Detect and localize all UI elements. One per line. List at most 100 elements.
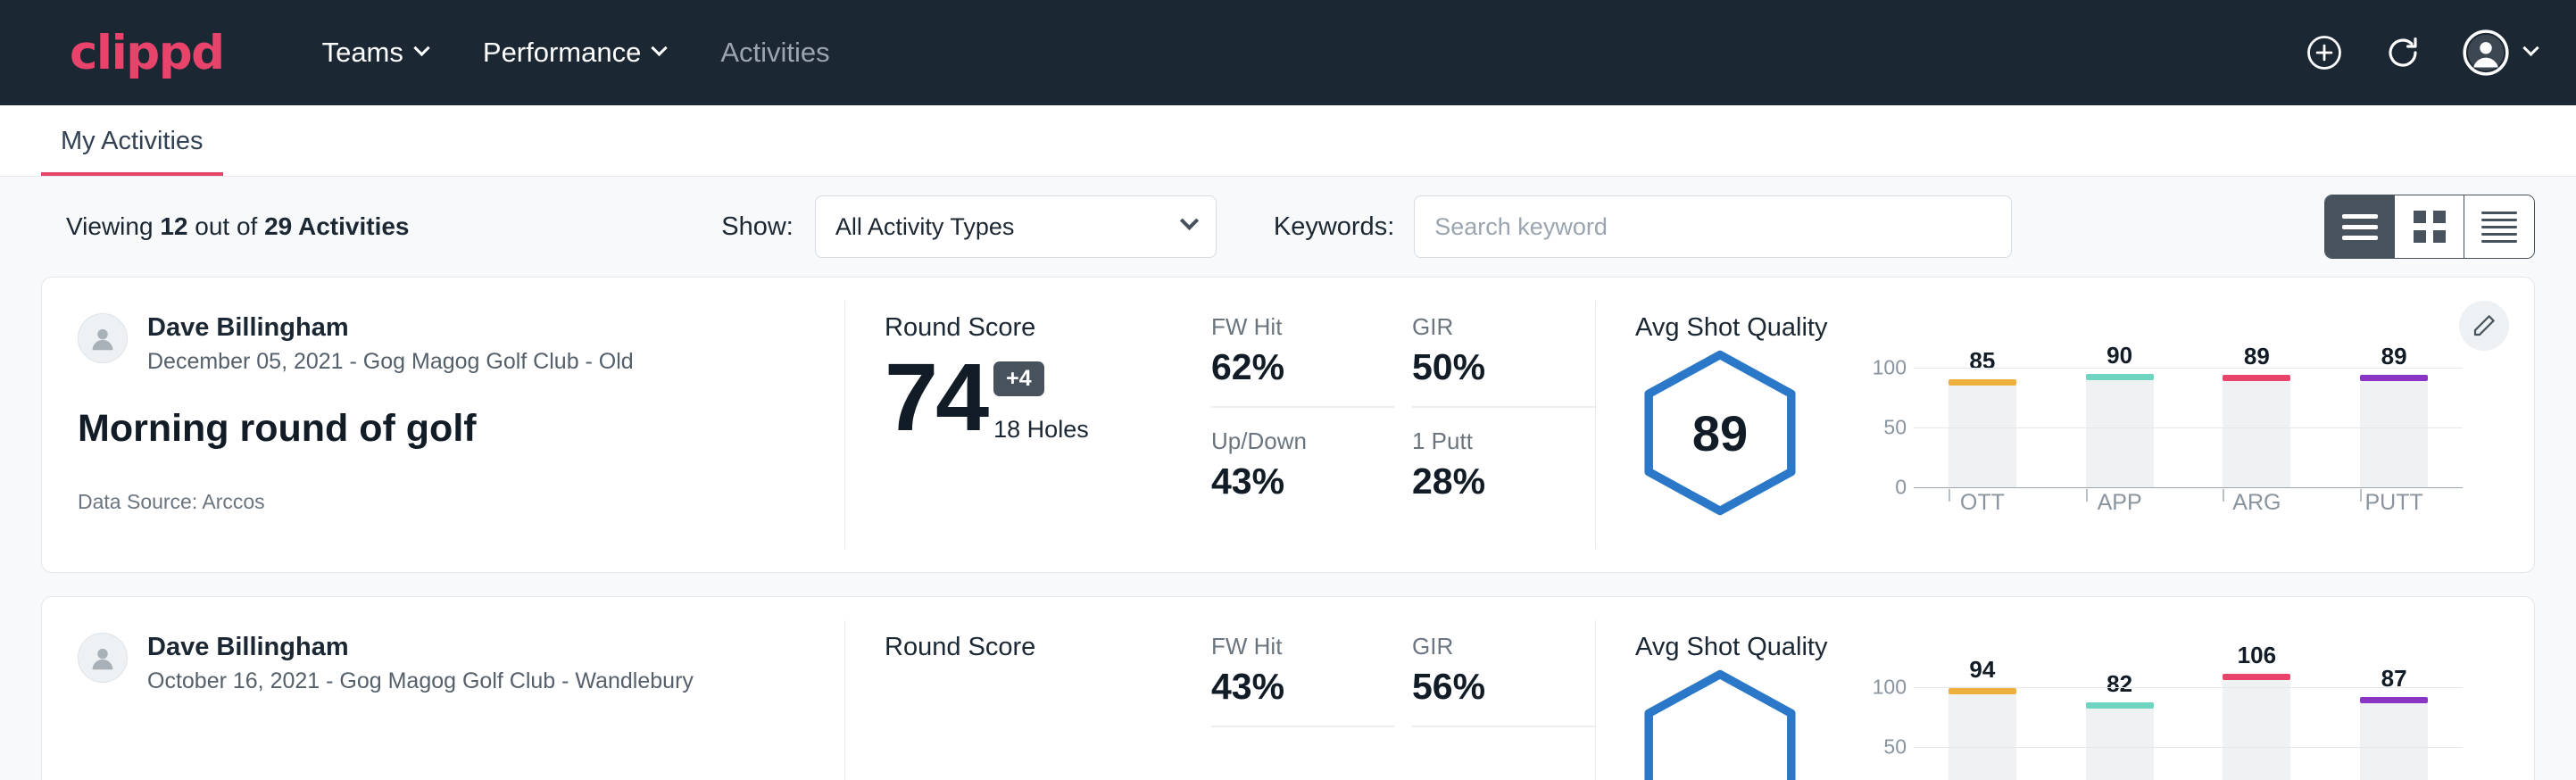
nav-item-performance[interactable]: Performance <box>483 37 665 69</box>
activity-list: Dave Billingham December 05, 2021 - Gog … <box>0 277 2576 780</box>
shot-quality-value: 89 <box>1635 348 1805 518</box>
chart-bar-value: 90 <box>2107 342 2132 369</box>
activity-type-select[interactable]: All Activity Types <box>815 195 1217 258</box>
search-input[interactable] <box>1414 195 2012 258</box>
chart-bar-cap <box>2360 697 2428 703</box>
avg-shot-quality-block: Avg Shot Quality 050100 948210687 OTTAPP… <box>1595 620 2534 780</box>
chart-bar <box>2360 381 2428 486</box>
chart-bar-cap <box>2086 702 2154 709</box>
chart-bar-group: 90 <box>2051 351 2189 487</box>
chart-y-axis: 050100 <box>1858 351 1914 516</box>
activity-type-select-value: All Activity Types <box>835 213 1015 241</box>
chart-bars: 948210687 <box>1914 670 2463 780</box>
chart-bar-value: 89 <box>2244 343 2270 370</box>
chart-bar-group: 87 <box>2325 670 2463 780</box>
chart-bar <box>2223 680 2290 780</box>
stat-up-down-value: 43% <box>1211 461 1378 502</box>
activity-meta: December 05, 2021 - Gog Magog Golf Club … <box>147 349 634 375</box>
stat-fw-hit: FW Hit 43% <box>1211 633 1394 727</box>
chart-bar-value: 85 <box>1969 347 1995 375</box>
stat-fw-hit-value: 43% <box>1211 666 1378 708</box>
refresh-icon[interactable] <box>2384 34 2422 71</box>
shot-quality-value <box>1635 668 1805 780</box>
tab-bar: My Activities <box>0 105 2576 177</box>
chart-bar <box>1949 694 2016 780</box>
nav-item-performance-label: Performance <box>483 37 641 69</box>
chart-y-tick: 100 <box>1873 356 1907 380</box>
holes-label: 18 Holes <box>993 416 1089 444</box>
activity-card[interactable]: Dave Billingham October 16, 2021 - Gog M… <box>41 596 2535 780</box>
round-score-block: Round Score 74 +4 18 Holes <box>845 301 1211 549</box>
chart-bars: 85908989 <box>1914 351 2463 487</box>
edit-activity-button[interactable] <box>2459 301 2509 351</box>
stat-one-putt-value: 28% <box>1412 461 1579 502</box>
chevron-down-icon <box>413 39 429 55</box>
stat-gir-value: 56% <box>1412 666 1579 708</box>
shot-quality-hexagon: 89 <box>1635 348 1805 518</box>
compact-view-button[interactable] <box>2464 195 2534 258</box>
chart-bar-cap <box>1949 379 2016 386</box>
chart-plot-area: 85908989 OTTAPPARGPUTT <box>1914 351 2463 516</box>
activity-data-source: Data Source: Arccos <box>78 490 809 514</box>
chart-bar-cap <box>1949 688 2016 694</box>
add-circle-icon[interactable] <box>2306 34 2343 71</box>
chart-x-label: APP <box>2051 490 2189 516</box>
chart-bar <box>2360 703 2428 780</box>
chart-bar-group: 82 <box>2051 670 2189 780</box>
activity-user: Dave Billingham December 05, 2021 - Gog … <box>78 313 809 375</box>
keyword-filter-group: Keywords: <box>1274 195 2012 258</box>
nav-item-teams[interactable]: Teams <box>322 37 428 69</box>
list-view-button[interactable] <box>2325 195 2395 258</box>
navbar-actions <box>2306 29 2537 76</box>
shot-quality-hexagon <box>1635 668 1805 780</box>
nav-item-activities[interactable]: Activities <box>720 37 829 69</box>
stat-gir-value: 50% <box>1412 346 1579 388</box>
user-menu[interactable] <box>2463 29 2537 76</box>
clippd-logo[interactable]: clippd <box>70 29 224 77</box>
nav-item-activities-label: Activities <box>720 37 829 69</box>
main-nav: Teams Performance Activities <box>322 37 830 69</box>
chart-bar-cap <box>2223 375 2290 381</box>
chart-bar-group: 89 <box>2189 351 2326 487</box>
show-label: Show: <box>721 212 794 242</box>
stat-gir: GIR 56% <box>1412 633 1595 727</box>
stat-gir: GIR 50% <box>1412 313 1595 408</box>
chart-bar-group: 94 <box>1914 670 2051 780</box>
top-navbar: clippd Teams Performance Activities <box>0 0 2576 105</box>
keywords-label: Keywords: <box>1274 212 1394 242</box>
activity-user-name: Dave Billingham <box>147 313 634 343</box>
activity-card[interactable]: Dave Billingham December 05, 2021 - Gog … <box>41 277 2535 573</box>
stat-fw-hit: FW Hit 62% <box>1211 313 1394 408</box>
avg-shot-quality-label: Avg Shot Quality <box>1635 313 2463 343</box>
avatar <box>78 313 128 363</box>
chart-gridline <box>1914 687 2463 688</box>
chart-gridline <box>1914 487 2463 488</box>
activity-meta: October 16, 2021 - Gog Magog Golf Club -… <box>147 668 694 694</box>
chart-bar-group: 89 <box>2325 351 2463 487</box>
chart-bar-value: 89 <box>2381 343 2407 370</box>
avg-shot-quality-block: Avg Shot Quality 89 050100 85908989 OTTA… <box>1595 301 2534 549</box>
tab-my-activities[interactable]: My Activities <box>41 127 223 176</box>
stat-up-down: Up/Down 43% <box>1211 408 1394 502</box>
viewing-prefix: Viewing <box>66 212 160 240</box>
stat-gir-label: GIR <box>1412 313 1579 341</box>
stat-fw-hit-label: FW Hit <box>1211 633 1378 660</box>
grid-view-button[interactable] <box>2395 195 2464 258</box>
stat-one-putt: 1 Putt 28% <box>1412 408 1595 502</box>
chart-y-tick: 100 <box>1873 676 1907 700</box>
chart-gridline <box>1914 747 2463 748</box>
chart-bar-group: 106 <box>2189 670 2326 780</box>
chart-bar-cap <box>2223 674 2290 680</box>
viewing-total: 29 Activities <box>264 212 409 240</box>
chart-bar <box>2086 380 2154 487</box>
stat-fw-hit-label: FW Hit <box>1211 313 1378 341</box>
shot-quality-chart: 050100 948210687 OTTAPPARGPUTT <box>1858 670 2463 780</box>
activity-title: Morning round of golf <box>78 407 809 451</box>
chevron-down-icon <box>2522 39 2539 55</box>
chart-y-tick: 0 <box>1895 475 1907 499</box>
pencil-icon <box>2471 312 2497 339</box>
viewing-count: 12 <box>160 212 187 240</box>
chart-bar <box>1949 386 2016 486</box>
score-to-par-badge: +4 <box>993 361 1044 396</box>
view-mode-toggle <box>2324 195 2535 259</box>
